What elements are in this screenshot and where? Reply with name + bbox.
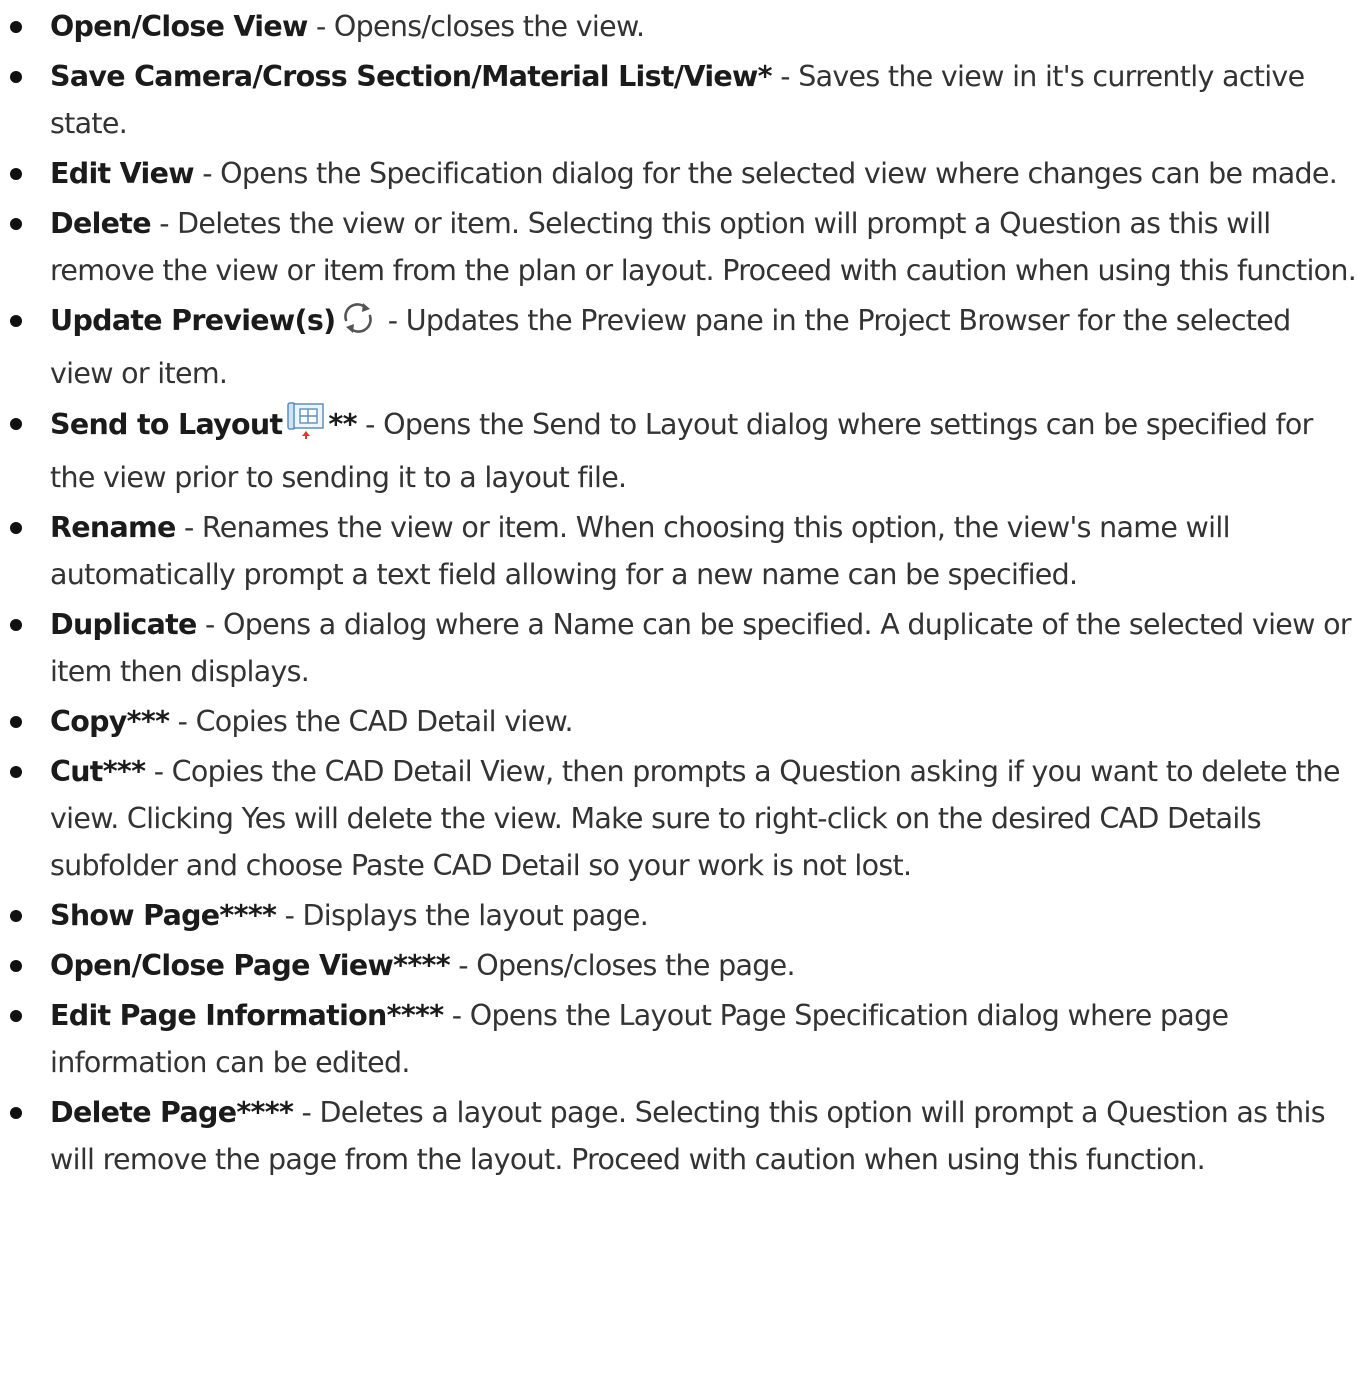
bullet <box>10 1107 22 1119</box>
bullet <box>10 315 22 327</box>
bullet <box>10 418 22 430</box>
item-term: Duplicate <box>50 608 197 641</box>
item-description: - Opens/closes the page. <box>449 949 795 982</box>
list-item-open-close-page-view: Open/Close Page View**** - Opens/closes … <box>0 942 1357 989</box>
list-item-update-previews: Update Preview(s) - Updates the Preview … <box>0 297 1357 397</box>
item-term: Delete <box>50 207 152 240</box>
item-description: - Opens a dialog where a Name can be spe… <box>50 608 1352 688</box>
list-item-delete-page: Delete Page**** - Deletes a layout page.… <box>0 1089 1357 1183</box>
item-description: - Renames the view or item. When choosin… <box>50 511 1230 591</box>
bullet <box>10 960 22 972</box>
send-to-layout-icon <box>286 400 326 454</box>
bullet <box>10 910 22 922</box>
bullet <box>10 1010 22 1022</box>
item-term: Send to Layout <box>50 408 283 441</box>
bullet <box>10 218 22 230</box>
item-description: - Deletes the view or item. Selecting th… <box>50 207 1357 287</box>
context-menu-options-list: Open/Close View - Opens/closes the view.… <box>0 3 1357 1186</box>
item-description: - Copies the CAD Detail View, then promp… <box>50 755 1341 882</box>
list-item-cut: Cut*** - Copies the CAD Detail View, the… <box>0 748 1357 889</box>
item-term-suffix: ** <box>328 408 357 441</box>
item-term: Save Camera/Cross Section/Material List/… <box>50 60 773 93</box>
item-description: - Opens the Specification dialog for the… <box>193 157 1338 190</box>
item-term: Rename <box>50 511 176 544</box>
bullet <box>10 71 22 83</box>
item-term: Edit View <box>50 157 195 190</box>
bullet <box>10 21 22 33</box>
item-term: Show Page**** <box>50 899 277 932</box>
list-item-open-close-view: Open/Close View - Opens/closes the view. <box>0 3 1357 50</box>
refresh-icon <box>339 300 377 350</box>
item-term: Edit Page Information**** <box>50 999 444 1032</box>
list-item-edit-page-information: Edit Page Information**** - Opens the La… <box>0 992 1357 1086</box>
bullet <box>10 716 22 728</box>
bullet <box>10 522 22 534</box>
item-description: - Copies the CAD Detail view. <box>169 705 574 738</box>
bullet <box>10 168 22 180</box>
list-item-edit-view: Edit View - Opens the Specification dial… <box>0 150 1357 197</box>
list-item-rename: Rename - Renames the view or item. When … <box>0 504 1357 598</box>
item-term: Cut*** <box>50 755 146 788</box>
item-term: Open/Close Page View**** <box>50 949 451 982</box>
list-item-send-to-layout: Send to Layout ** - Opens the Send to La… <box>0 400 1357 501</box>
bullet <box>10 766 22 778</box>
item-description: - Displays the layout page. <box>276 899 649 932</box>
item-term: Copy*** <box>50 705 170 738</box>
item-term: Delete Page**** <box>50 1096 294 1129</box>
item-term: Open/Close View <box>50 10 308 43</box>
item-description: - Opens/closes the view. <box>307 10 645 43</box>
list-item-delete: Delete - Deletes the view or item. Selec… <box>0 200 1357 294</box>
list-item-show-page: Show Page**** - Displays the layout page… <box>0 892 1357 939</box>
bullet <box>10 619 22 631</box>
list-item-duplicate: Duplicate - Opens a dialog where a Name … <box>0 601 1357 695</box>
list-item-save-view: Save Camera/Cross Section/Material List/… <box>0 53 1357 147</box>
list-item-copy: Copy*** - Copies the CAD Detail view. <box>0 698 1357 745</box>
item-term: Update Preview(s) <box>50 304 336 337</box>
